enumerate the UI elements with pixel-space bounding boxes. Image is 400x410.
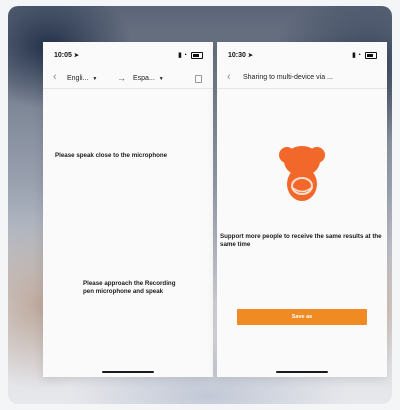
chevron-down-icon: ▼ <box>92 76 98 82</box>
wifi-icon: ◔ <box>182 52 189 59</box>
speak-close-message: Please speak close to the microphone <box>55 152 168 159</box>
support-message: Support more people to receive the same … <box>220 233 382 248</box>
home-indicator <box>102 371 154 373</box>
target-language-selector[interactable]: Espa... ▼ <box>133 75 164 82</box>
phone-screen-sharing: 10:30 ➤ ▮◔ ‹ Sharing to multi-device via… <box>217 42 387 377</box>
source-language-label: Engli... <box>67 75 89 82</box>
mascot-headphones-icon <box>279 146 325 201</box>
status-bar: 10:05 ➤ ▮◔ <box>43 42 213 66</box>
arrow-right-icon: → <box>117 73 126 83</box>
status-time-text: 10:30 <box>228 52 246 59</box>
status-time-text: 10:05 <box>54 52 72 59</box>
status-icons: ▮◔ <box>178 51 203 59</box>
phone-screen-translation: 10:05 ➤ ▮◔ ‹ Engli... ▼ → Espa... ▼ Please… <box>43 42 213 377</box>
location-arrow-icon: ➤ <box>73 53 79 59</box>
back-chevron-icon[interactable]: ‹ <box>227 71 231 83</box>
target-language-label: Espa... <box>133 75 155 82</box>
home-indicator <box>276 371 328 373</box>
approach-microphone-message: Please approach the Recording pen microp… <box>83 280 176 295</box>
blurred-background: 10:05 ➤ ▮◔ ‹ Engli... ▼ → Espa... ▼ Please… <box>8 6 392 404</box>
status-time: 10:30 ➤ <box>228 52 253 59</box>
battery-icon <box>191 51 203 59</box>
save-as-button[interactable]: Save as <box>237 309 367 325</box>
chevron-down-icon: ▼ <box>158 76 164 82</box>
location-arrow-icon: ➤ <box>247 53 253 59</box>
wifi-icon: ◔ <box>356 52 363 59</box>
status-bar: 10:30 ➤ ▮◔ <box>217 42 387 66</box>
copy-icon[interactable] <box>193 73 202 83</box>
sharing-navbar: ‹ Sharing to multi-device via ... <box>217 68 387 89</box>
source-language-selector[interactable]: Engli... ▼ <box>67 75 97 82</box>
translation-navbar: ‹ Engli... ▼ → Espa... ▼ <box>43 68 213 89</box>
status-time: 10:05 ➤ <box>54 52 79 59</box>
battery-icon <box>365 51 377 59</box>
page-title: Sharing to multi-device via ... <box>243 74 333 81</box>
back-chevron-icon[interactable]: ‹ <box>53 71 57 83</box>
status-icons: ▮◔ <box>352 51 377 59</box>
